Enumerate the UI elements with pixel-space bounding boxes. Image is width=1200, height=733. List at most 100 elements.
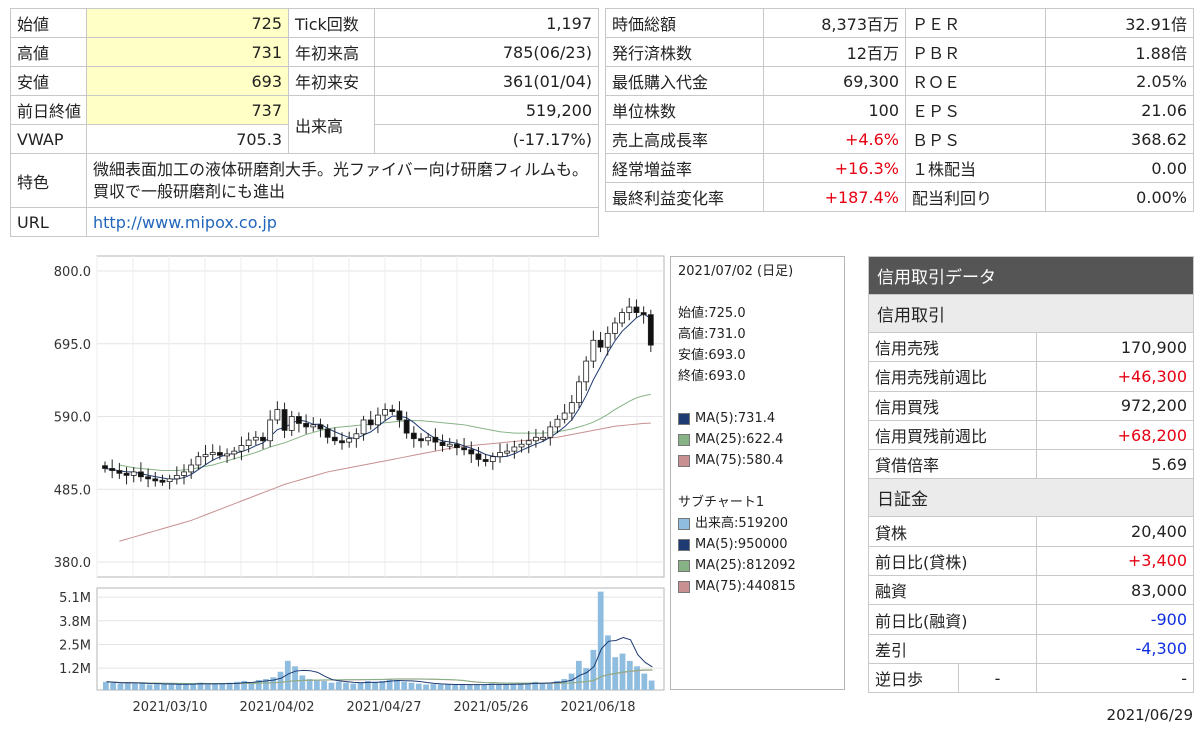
volume-bar xyxy=(321,680,328,690)
candle-body xyxy=(130,471,137,476)
candle-body xyxy=(482,459,489,462)
candle-body xyxy=(425,436,432,442)
credit-label: 前日比(融資) xyxy=(868,604,1037,635)
legend-item: MA(25):622.4 xyxy=(678,429,837,450)
candle-body xyxy=(310,424,317,428)
candle-body xyxy=(489,456,496,462)
volume-label: 出来高 xyxy=(288,95,375,154)
volume-bar xyxy=(124,682,131,690)
fundamentals-table: 時価総額 8,373百万 ＰＥＲ 32.91倍 発行済株数 12百万 ＰＢＲ 1.88倍 最低購… xyxy=(605,8,1194,212)
volume-bar xyxy=(175,684,182,690)
candle-body xyxy=(303,423,309,428)
summary-label: 年初来安 xyxy=(288,66,375,96)
volume-bar xyxy=(183,684,189,690)
fundamental-label: １株配当 xyxy=(905,153,1046,183)
summary-label: Tick回数 xyxy=(288,8,375,38)
volume-bar xyxy=(132,683,138,690)
candle-body xyxy=(446,443,453,447)
candle-body xyxy=(439,441,446,446)
candle-body xyxy=(454,443,460,449)
y-tick-label: 800.0 xyxy=(54,265,91,280)
candle-body xyxy=(540,436,546,440)
fundamental-value: 2.05% xyxy=(1045,66,1194,96)
legend-label: MA(5):950000 xyxy=(695,537,788,552)
credit-value: -900 xyxy=(1035,604,1195,635)
candle-body xyxy=(152,478,159,482)
volume-bar xyxy=(648,680,655,690)
volume-bar xyxy=(314,679,320,690)
company-url-link[interactable]: http://www.mipox.co.jp xyxy=(93,213,277,232)
legend-item: 出来高:519200 xyxy=(678,513,837,534)
legend-date: 2021/07/02 (日足) xyxy=(678,264,794,279)
fundamental-value: +187.4% xyxy=(763,182,906,212)
fundamental-value: 8,373百万 xyxy=(763,8,906,38)
candle-body xyxy=(640,312,647,316)
candle-body xyxy=(612,322,618,334)
legend-item: MA(5):731.4 xyxy=(678,408,837,429)
summary-label: 高値 xyxy=(10,37,87,67)
credit-section-title: 信用取引 xyxy=(867,294,1195,333)
legend-swatch xyxy=(678,538,690,551)
candle-body xyxy=(123,472,130,476)
fundamental-row: 最終利益変化率 +187.4% 配当利回り 0.00% xyxy=(605,182,1194,212)
candle-body xyxy=(188,464,195,473)
candle-body xyxy=(418,438,424,442)
volume-bar xyxy=(408,682,415,690)
fundamental-value: +4.6% xyxy=(763,124,906,154)
fundamental-label: 時価総額 xyxy=(605,8,764,38)
chart-legend: 2021/07/02 (日足) 始値:725.0 高値:731.0 安値:693.0… xyxy=(670,256,845,690)
fundamental-label: ＢＰＳ xyxy=(905,124,1046,154)
credit-value: +68,200 xyxy=(1035,419,1195,451)
credit-row: 前日比(融資) -900 xyxy=(868,604,1195,635)
credit-label: 融資 xyxy=(868,575,1037,606)
candle-body xyxy=(561,412,568,420)
candle-body xyxy=(410,432,417,440)
volume-bar xyxy=(328,682,335,690)
candle-body xyxy=(504,450,511,454)
legend-swatch xyxy=(678,559,690,572)
volume-bar xyxy=(568,673,575,690)
volume-bar xyxy=(394,679,400,690)
candle-body xyxy=(267,419,274,442)
candle-body xyxy=(518,443,525,448)
fundamental-row: 経常増益率 +16.3% １株配当 0.00 xyxy=(605,153,1194,183)
volume-bar xyxy=(510,684,517,690)
volume-bar xyxy=(153,684,160,690)
credit-label: 貸借倍率 xyxy=(868,449,1037,480)
candle-body xyxy=(102,465,108,469)
candle-body xyxy=(353,433,360,440)
volume-bar xyxy=(444,684,451,690)
legend-swatch xyxy=(678,580,690,593)
fundamental-label: 売上高成長率 xyxy=(605,124,764,154)
x-tick-label: 2021/05/26 xyxy=(454,700,529,715)
candle-body xyxy=(296,416,302,424)
candle-body xyxy=(331,436,338,442)
fundamental-label: 最終利益変化率 xyxy=(605,182,764,212)
volume-bar xyxy=(103,681,109,690)
candle-body xyxy=(138,471,144,478)
volume-bar xyxy=(641,673,648,690)
summary-value: 693 xyxy=(86,66,289,96)
credit-value: -4,300 xyxy=(1035,633,1195,664)
volume-bar xyxy=(459,684,466,690)
summary-value: 361(01/04) xyxy=(374,66,599,96)
candle-body xyxy=(468,449,475,455)
legend-swatch xyxy=(678,433,690,446)
credit-mid: - xyxy=(958,662,1037,694)
candle-body xyxy=(511,446,518,452)
feature-row: 特色 微細表面加工の液体研磨剤大手。光ファイバー向け研磨フィルムも。買収で一般研磨… xyxy=(10,153,599,208)
url-label: URL xyxy=(10,207,87,237)
credit-value: 83,000 xyxy=(1035,575,1195,606)
credit-row: 信用売残前週比 +46,300 xyxy=(868,361,1195,392)
credit-row: 逆日歩 - - xyxy=(868,662,1195,694)
summary-value: 725 xyxy=(86,8,289,38)
candle-body xyxy=(202,454,209,458)
legend-item: MA(5):950000 xyxy=(678,534,837,555)
fundamental-value: 12百万 xyxy=(763,37,906,67)
legend-item: MA(25):812092 xyxy=(678,555,837,576)
candle-body xyxy=(166,478,173,483)
candle-body xyxy=(432,436,439,443)
fundamental-label: 単位株数 xyxy=(605,95,764,125)
credit-section-row: 信用取引 xyxy=(867,294,1195,333)
candle-body xyxy=(375,414,381,426)
